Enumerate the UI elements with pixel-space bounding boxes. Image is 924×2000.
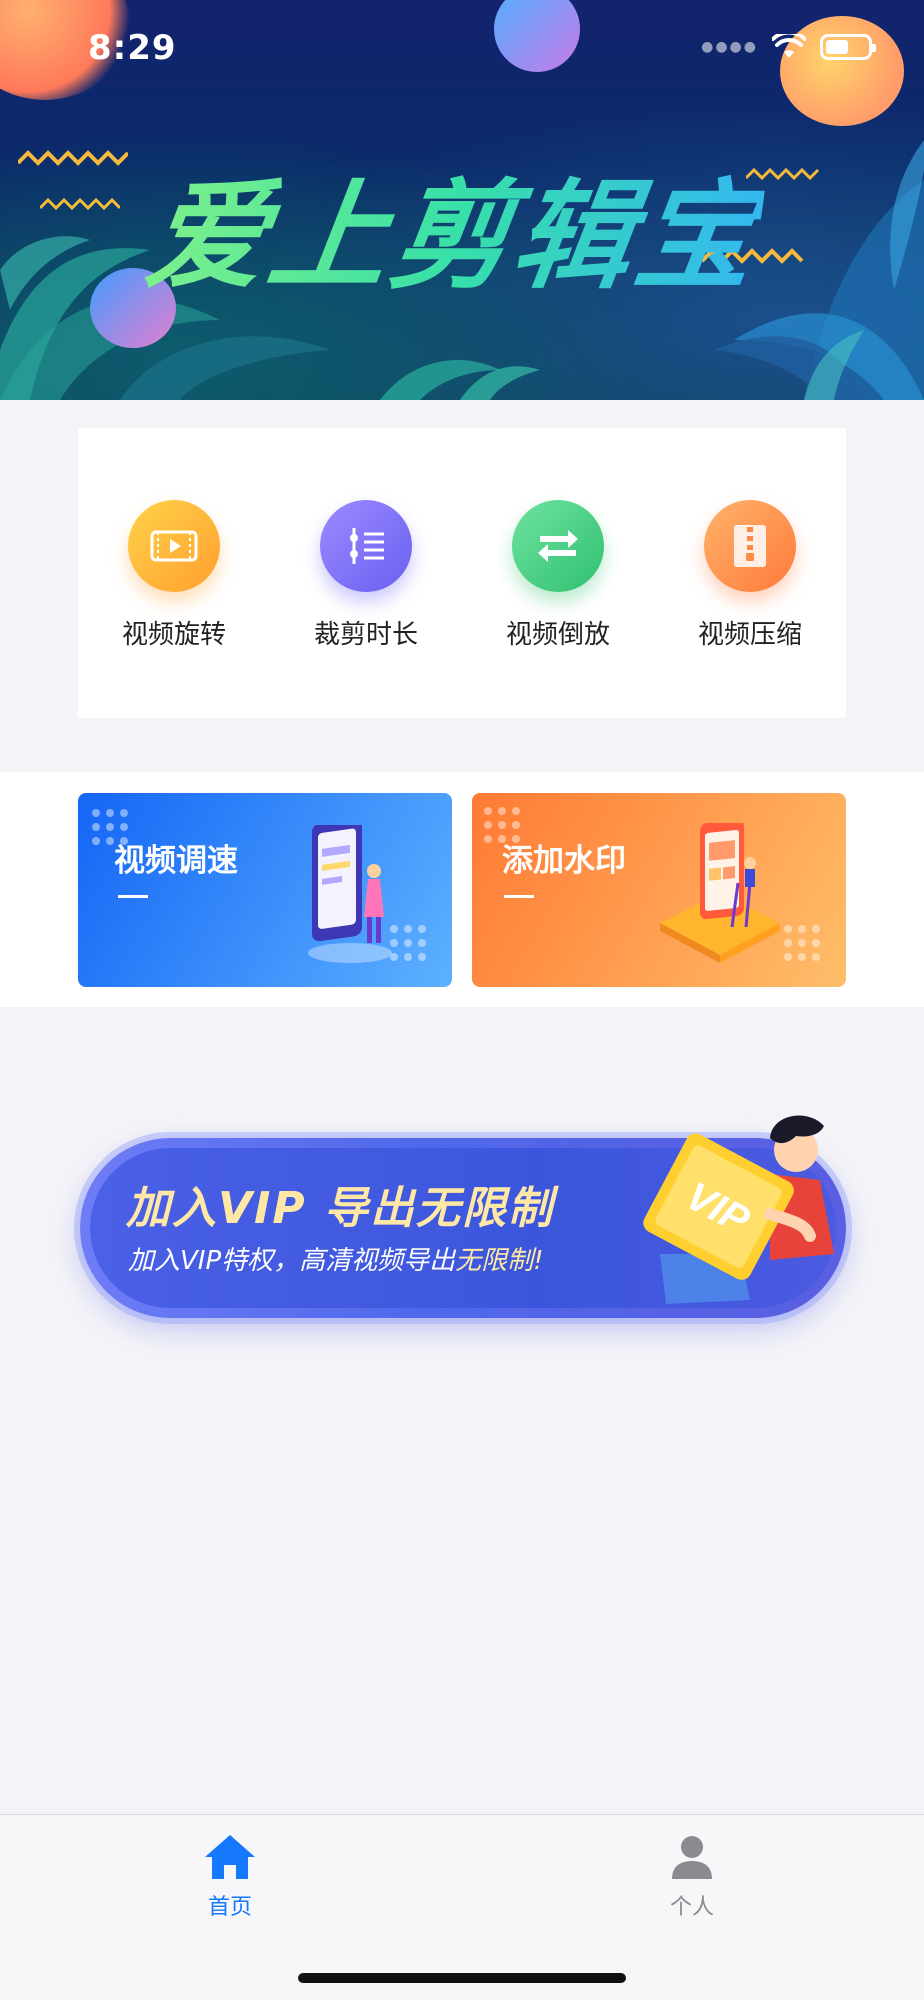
tool-video-rotate[interactable]: 视频旋转: [89, 500, 259, 651]
hero-banner: 8:29 ●●●● 爱上剪辑宝: [0, 0, 924, 400]
foliage-bottom-decoration: [380, 360, 540, 400]
vip-character-illustration: VIP: [643, 1115, 834, 1304]
tools-card: 视频旋转 裁剪时长 视频倒放 视频压缩: [78, 428, 846, 718]
phone-watermark-illustration: [660, 823, 780, 963]
vip-title: 加入VIP 导出无限制: [126, 1183, 554, 1234]
feature-title: 视频调速: [114, 843, 238, 879]
title-underline: [118, 895, 148, 898]
zigzag-decoration: [18, 150, 128, 166]
app-title: 爱上剪辑宝: [138, 140, 772, 311]
tool-label: 视频倒放: [505, 620, 610, 650]
tool-label: 视频旋转: [121, 620, 226, 650]
tab-home[interactable]: 首页: [160, 1833, 300, 1921]
tool-label: 视频压缩: [697, 620, 802, 650]
vip-subtitle: 加入VIP特权，高清视频导出无限制!: [128, 1240, 544, 1277]
zigzag-decoration: [40, 197, 120, 211]
video-reverse-icon: [512, 500, 604, 592]
wifi-icon: [772, 34, 806, 58]
home-indicator[interactable]: [298, 1973, 626, 1983]
tool-video-reverse[interactable]: 视频倒放: [473, 500, 643, 651]
vip-promo-banner[interactable]: 加入VIP 导出无限制 加入VIP特权，高清视频导出无限制! VIP: [80, 1115, 846, 1318]
orb-top-right-decoration: [780, 16, 904, 126]
tool-label: 裁剪时长: [313, 620, 418, 650]
tool-video-compress[interactable]: 视频压缩: [665, 500, 835, 651]
phone-speed-illustration: [308, 825, 392, 963]
tool-trim-duration[interactable]: 裁剪时长: [281, 500, 451, 651]
person-icon: [672, 1836, 712, 1879]
status-time: 8:29: [88, 28, 177, 68]
home-icon: [205, 1835, 255, 1879]
video-rotate-icon: [128, 500, 220, 592]
tab-profile-label: 个人: [669, 1895, 714, 1920]
feature-title: 添加水印: [502, 843, 626, 879]
tab-home-label: 首页: [207, 1895, 252, 1920]
video-compress-icon: [704, 500, 796, 592]
title-underline: [504, 895, 534, 898]
trim-duration-icon: [320, 500, 412, 592]
tab-profile[interactable]: 个人: [622, 1833, 762, 1921]
cellular-signal-icon: ●●●●: [701, 39, 758, 55]
feature-video-speed-banner[interactable]: 视频调速: [78, 793, 452, 987]
feature-add-watermark-banner[interactable]: 添加水印: [472, 793, 846, 987]
vip-subtitle-highlight: 无限制!: [455, 1246, 544, 1276]
status-indicators: ●●●●: [701, 34, 876, 60]
vip-subtitle-text: 加入VIP特权，高清视频导出: [128, 1246, 456, 1276]
battery-icon: [820, 34, 876, 60]
orb-top-center-decoration: [494, 0, 580, 72]
